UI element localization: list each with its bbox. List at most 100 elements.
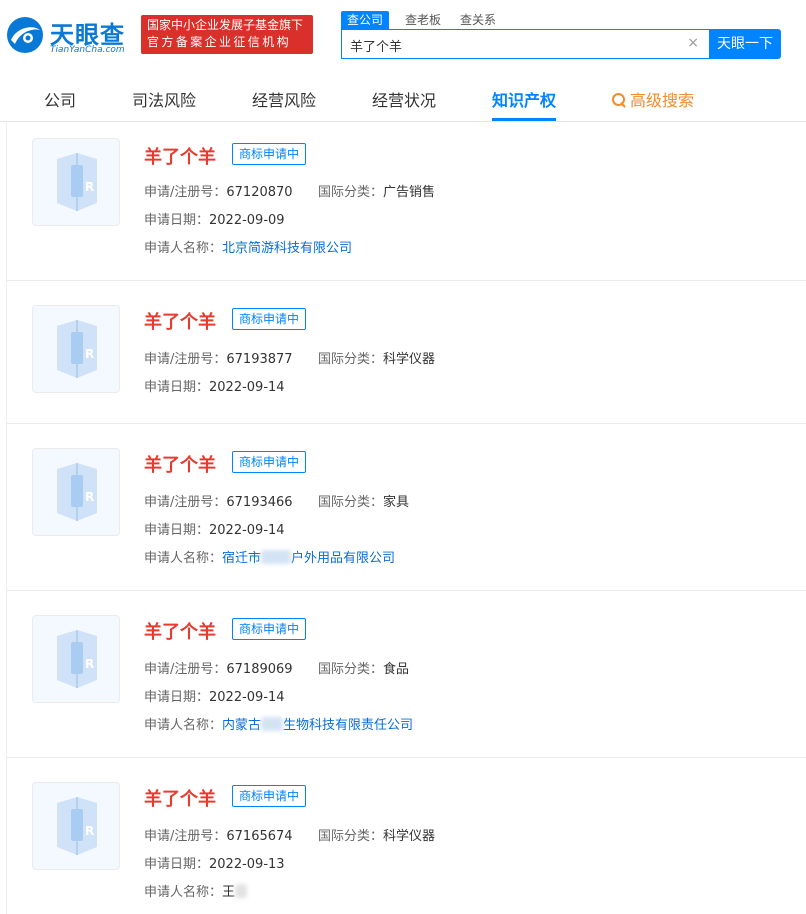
intl-class-value: 科学仪器 [383, 829, 436, 844]
trademark-name[interactable]: 羊了个羊 [144, 143, 216, 169]
apply-date-label: 申请日期： [144, 857, 210, 872]
trademark-image[interactable]: R [32, 448, 120, 536]
reg-no-value: 67193877 [226, 352, 293, 367]
intl-class-label: 国际分类： [318, 495, 384, 510]
search-input-value[interactable]: 羊了个羊 [350, 36, 402, 55]
status-badge: 商标申请中 [232, 451, 307, 473]
trademark-list: R 羊了个羊 商标申请中 申请/注册号：67120870 国际分类：广告销售 申… [6, 123, 806, 914]
official-badge: 国家中小企业发展子基金旗下 官方备案企业征信机构 [141, 15, 313, 54]
apply-date-label: 申请日期： [144, 690, 210, 705]
trademark-image[interactable]: R [32, 615, 120, 703]
tab-relation[interactable]: 查关系 [460, 11, 496, 29]
trademark-card[interactable]: R 羊了个羊 商标申请中 申请/注册号：67165674 国际分类：科学仪器 申… [7, 758, 806, 914]
search-button[interactable]: 天眼一下 [709, 29, 781, 59]
redacted-blur [261, 550, 292, 564]
applicant-row: 申请人名称：宿迁市 户外用品有限公司 [144, 547, 395, 566]
eye-logo-icon [7, 17, 43, 53]
intl-class-label: 国际分类： [318, 352, 384, 367]
tab-company[interactable]: 查公司 [341, 11, 390, 29]
nav-item-intellectual-property[interactable]: 知识产权 [492, 87, 556, 111]
reg-no-label: 申请/注册号： [144, 185, 227, 200]
logo-domain: TianYanCha.com [50, 45, 125, 55]
intl-class-value: 食品 [383, 662, 410, 677]
intl-class: 国际分类：食品 [318, 658, 409, 677]
applicant-row: 申请人名称：内蒙古 生物科技有限责任公司 [144, 714, 413, 733]
nav-item-company[interactable]: 公司 [44, 87, 76, 111]
nav-item-judicial-risk[interactable]: 司法风险 [132, 87, 196, 111]
top-header: 天眼查 TianYanCha.com 国家中小企业发展子基金旗下 官方备案企业征… [0, 0, 806, 72]
svg-text:R: R [85, 347, 94, 361]
status-badge: 商标申请中 [232, 785, 307, 807]
status-badge: 商标申请中 [232, 618, 307, 640]
trademark-image[interactable]: R [32, 138, 120, 226]
reg-no-label: 申请/注册号： [144, 495, 227, 510]
intl-class-value: 广告销售 [383, 185, 436, 200]
apply-date-value: 2022-09-14 [209, 380, 285, 395]
reg-no-row: 申请/注册号：67165674 国际分类：科学仪器 [144, 825, 435, 844]
reg-no-row: 申请/注册号：67193466 国际分类：家具 [144, 491, 409, 510]
reg-no-value: 67120870 [226, 185, 293, 200]
reg-no-label: 申请/注册号： [144, 829, 227, 844]
applicant-label: 申请人名称： [144, 551, 223, 566]
applicant-link[interactable]: 宿迁市 户外用品有限公司 [222, 550, 395, 566]
trademark-image[interactable]: R [32, 782, 120, 870]
applicant-label: 申请人名称： [144, 241, 223, 256]
reg-no-value: 67165674 [226, 829, 293, 844]
apply-date-value: 2022-09-13 [209, 857, 285, 872]
search-icon [612, 93, 626, 107]
reg-no-label: 申请/注册号： [144, 662, 227, 677]
tianyancha-logo[interactable]: 天眼查 TianYanCha.com [6, 14, 132, 58]
nav-item-business-status[interactable]: 经营状况 [372, 87, 436, 111]
trademark-placeholder-icon: R [57, 797, 97, 855]
category-nav: 公司 司法风险 经营风险 经营状况 知识产权 高级搜索 [0, 72, 806, 122]
reg-no-label: 申请/注册号： [144, 352, 227, 367]
clear-icon[interactable]: × [687, 35, 699, 51]
applicant-label: 申请人名称： [144, 718, 223, 733]
trademark-card[interactable]: R 羊了个羊 商标申请中 申请/注册号：67193466 国际分类：家具 申请日… [7, 424, 806, 591]
apply-date-value: 2022-09-14 [209, 690, 285, 705]
svg-text:R: R [85, 657, 94, 671]
trademark-image[interactable]: R [32, 305, 120, 393]
trademark-name[interactable]: 羊了个羊 [144, 451, 216, 477]
advanced-search-link[interactable]: 高级搜索 [612, 87, 694, 111]
redacted-blur [261, 717, 284, 731]
trademark-name[interactable]: 羊了个羊 [144, 618, 216, 644]
svg-text:R: R [85, 490, 94, 504]
status-badge: 商标申请中 [232, 308, 307, 330]
badge-line-1: 国家中小企业发展子基金旗下 [147, 18, 304, 32]
applicant-link[interactable]: 内蒙古 生物科技有限责任公司 [222, 717, 413, 733]
apply-date-row: 申请日期：2022-09-09 [144, 209, 285, 228]
intl-class-value: 科学仪器 [383, 352, 436, 367]
reg-no-row: 申请/注册号：67120870 国际分类：广告销售 [144, 181, 435, 200]
trademark-name[interactable]: 羊了个羊 [144, 785, 216, 811]
svg-text:R: R [85, 824, 94, 838]
svg-text:R: R [85, 180, 94, 194]
trademark-card[interactable]: R 羊了个羊 商标申请中 申请/注册号：67189069 国际分类：食品 申请日… [7, 591, 806, 758]
trademark-card[interactable]: R 羊了个羊 商标申请中 申请/注册号：67193877 国际分类：科学仪器 申… [7, 281, 806, 424]
trademark-card[interactable]: R 羊了个羊 商标申请中 申请/注册号：67120870 国际分类：广告销售 申… [7, 123, 806, 281]
tab-boss[interactable]: 查老板 [405, 11, 441, 29]
nav-item-business-risk[interactable]: 经营风险 [252, 87, 316, 111]
applicant-name-start: 宿迁市 [222, 551, 262, 566]
reg-no-value: 67189069 [226, 662, 293, 677]
trademark-name[interactable]: 羊了个羊 [144, 308, 216, 334]
applicant-name-start: 内蒙古 [222, 718, 262, 733]
applicant-name-start: 王 [222, 885, 236, 900]
intl-class: 国际分类：科学仪器 [318, 825, 435, 844]
apply-date-row: 申请日期：2022-09-14 [144, 686, 285, 705]
intl-class-label: 国际分类： [318, 662, 384, 677]
intl-class: 国际分类：广告销售 [318, 181, 435, 200]
trademark-placeholder-icon: R [57, 153, 97, 211]
intl-class-label: 国际分类： [318, 185, 384, 200]
intl-class: 国际分类：家具 [318, 491, 409, 510]
applicant-link[interactable]: 北京简游科技有限公司 [222, 241, 352, 256]
search-input[interactable]: 羊了个羊 × [341, 29, 709, 59]
apply-date-label: 申请日期： [144, 213, 210, 228]
intl-class: 国际分类：科学仪器 [318, 348, 435, 367]
apply-date-value: 2022-09-14 [209, 523, 285, 538]
apply-date-label: 申请日期： [144, 523, 210, 538]
advanced-search-label: 高级搜索 [630, 91, 695, 110]
applicant-label: 申请人名称： [144, 885, 223, 900]
trademark-placeholder-icon: R [57, 320, 97, 378]
apply-date-row: 申请日期：2022-09-14 [144, 376, 285, 395]
